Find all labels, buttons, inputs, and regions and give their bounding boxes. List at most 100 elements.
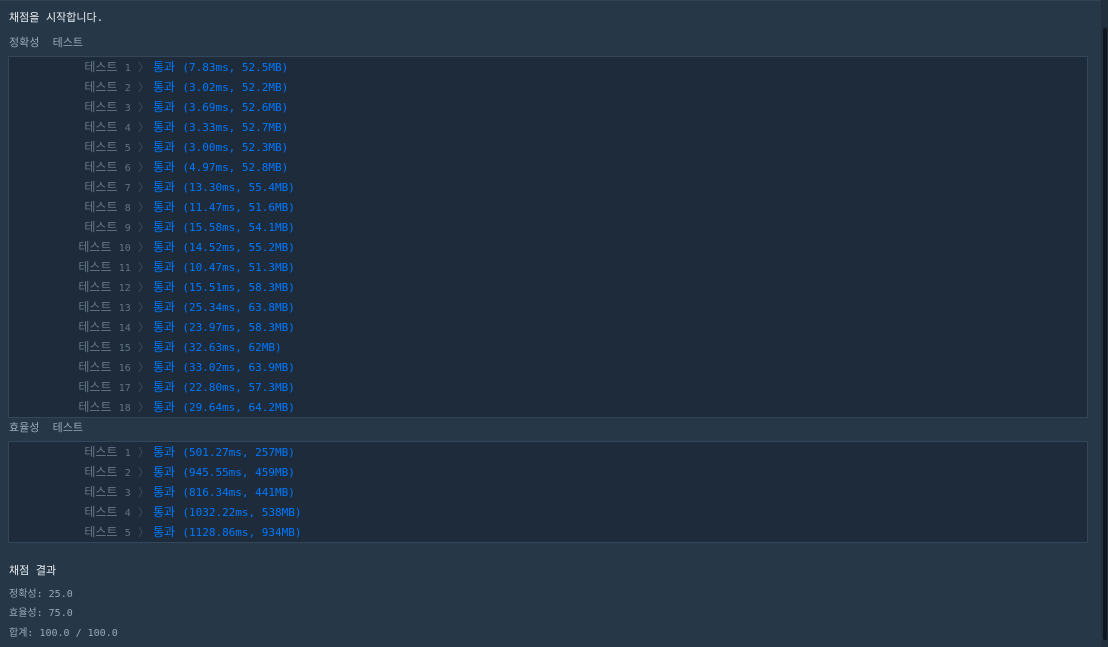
separator-icon: 〉 [138,121,149,134]
separator-icon: 〉 [138,261,149,274]
pass-label: 통과 [153,280,176,294]
test-word: 테스트 [84,80,118,94]
score-value: 25.0 [48,589,73,600]
test-name: 테스트 2 〉 [84,80,149,96]
test-detail: (25.34ms, 63.8MB) [182,301,295,314]
test-number: 18 [118,403,131,414]
separator-icon: 〉 [138,201,149,214]
test-result: 통과 (816.34ms, 441MB) [153,485,295,500]
test-number: 5 [124,143,131,154]
test-detail: (15.58ms, 54.1MB) [182,221,295,234]
test-row: 테스트 1 〉 통과 (501.27ms, 257MB) [9,442,1087,462]
score-label: 정확성 [9,589,37,600]
pass-label: 통과 [153,485,176,499]
pass-label: 통과 [153,180,176,194]
test-detail: (501.27ms, 257MB) [182,446,295,459]
test-name: 테스트 3 〉 [84,485,149,501]
score-label: 효율성 [9,608,37,619]
test-detail: (14.52ms, 55.2MB) [182,241,295,254]
pass-label: 통과 [153,360,176,374]
test-detail: (10.47ms, 51.3MB) [182,261,295,274]
test-number: 17 [118,383,131,394]
test-result: 통과 (3.02ms, 52.2MB) [153,80,288,95]
pass-label: 통과 [153,340,176,354]
pass-label: 통과 [153,525,176,539]
accuracy-section-label: 정확성 테스트 [9,36,83,49]
test-result: 통과 (29.64ms, 64.2MB) [153,400,295,415]
test-word: 테스트 [78,280,112,294]
test-name: 테스트 18 〉 [78,400,149,416]
test-name: 테스트 2 〉 [84,465,149,481]
test-name: 테스트 3 〉 [84,100,149,116]
test-detail: (3.02ms, 52.2MB) [182,81,289,94]
test-detail: (945.55ms, 459MB) [182,466,295,479]
pass-label: 통과 [153,445,176,459]
accuracy-test-list: 테스트 1 〉 통과 (7.83ms, 52.5MB) 테스트 2 〉 통과 (3.0… [8,56,1088,418]
pass-label: 통과 [153,240,176,254]
efficiency-section-label: 효율성 테스트 [9,421,83,434]
scrollbar-thumb[interactable] [1103,28,1107,640]
test-row: 테스트 15 〉 통과 (32.63ms, 62MB) [9,337,1087,357]
test-result: 통과 (945.55ms, 459MB) [153,465,295,480]
score-total: 합계: 100.0 / 100.0 [9,628,118,639]
test-name: 테스트 5 〉 [84,140,149,156]
test-number: 4 [124,123,131,134]
score-label: 합계 [9,628,28,639]
vertical-scrollbar[interactable] [1101,0,1108,647]
test-detail: (15.51ms, 58.3MB) [182,281,295,294]
test-detail: (11.47ms, 51.6MB) [182,201,295,214]
separator-icon: 〉 [138,221,149,234]
test-word: 테스트 [78,380,112,394]
test-detail: (32.63ms, 62MB) [182,341,282,354]
test-result: 통과 (22.80ms, 57.3MB) [153,380,295,395]
test-name: 테스트 17 〉 [78,380,149,396]
test-number: 4 [124,508,131,519]
test-number: 12 [118,283,131,294]
pass-label: 통과 [153,220,176,234]
test-result: 통과 (33.02ms, 63.9MB) [153,360,295,375]
test-result: 통과 (3.33ms, 52.7MB) [153,120,288,135]
pass-label: 통과 [153,465,176,479]
test-result: 통과 (11.47ms, 51.6MB) [153,200,295,215]
test-result: 통과 (25.34ms, 63.8MB) [153,300,295,315]
test-row: 테스트 5 〉 통과 (3.00ms, 52.3MB) [9,137,1087,157]
test-result: 통과 (7.83ms, 52.5MB) [153,60,288,75]
test-number: 10 [118,243,131,254]
pass-label: 통과 [153,160,176,174]
test-result: 통과 (10.47ms, 51.3MB) [153,260,295,275]
test-number: 15 [118,343,131,354]
test-detail: (13.30ms, 55.4MB) [182,181,295,194]
test-word: 테스트 [84,180,118,194]
test-result: 통과 (3.69ms, 52.6MB) [153,100,288,115]
test-result: 통과 (3.00ms, 52.3MB) [153,140,288,155]
test-name: 테스트 4 〉 [84,505,149,521]
test-detail: (7.83ms, 52.5MB) [182,61,289,74]
test-row: 테스트 2 〉 통과 (945.55ms, 459MB) [9,462,1087,482]
test-row: 테스트 12 〉 통과 (15.51ms, 58.3MB) [9,277,1087,297]
test-name: 테스트 14 〉 [78,320,149,336]
pass-label: 통과 [153,260,176,274]
test-name: 테스트 1 〉 [84,445,149,461]
result-title: 채점 결과 [9,564,57,577]
separator-icon: 〉 [138,466,149,479]
test-word: 테스트 [78,360,112,374]
score-value: 100.0 / 100.0 [39,628,118,639]
test-result: 통과 (1128.86ms, 934MB) [153,525,302,540]
test-result: 통과 (23.97ms, 58.3MB) [153,320,295,335]
test-word: 테스트 [78,400,112,414]
start-message: 채점을 시작합니다. [9,11,104,24]
score-efficiency: 효율성: 75.0 [9,608,73,619]
test-row: 테스트 14 〉 통과 (23.97ms, 58.3MB) [9,317,1087,337]
test-detail: (1032.22ms, 538MB) [182,506,302,519]
test-row: 테스트 8 〉 통과 (11.47ms, 51.6MB) [9,197,1087,217]
test-name: 테스트 10 〉 [78,240,149,256]
pass-label: 통과 [153,120,176,134]
separator-icon: 〉 [138,61,149,74]
test-word: 테스트 [84,505,118,519]
test-row: 테스트 4 〉 통과 (3.33ms, 52.7MB) [9,117,1087,137]
test-number: 1 [124,448,131,459]
pass-label: 통과 [153,320,176,334]
separator-icon: 〉 [138,321,149,334]
test-word: 테스트 [84,445,118,459]
test-number: 8 [124,203,131,214]
